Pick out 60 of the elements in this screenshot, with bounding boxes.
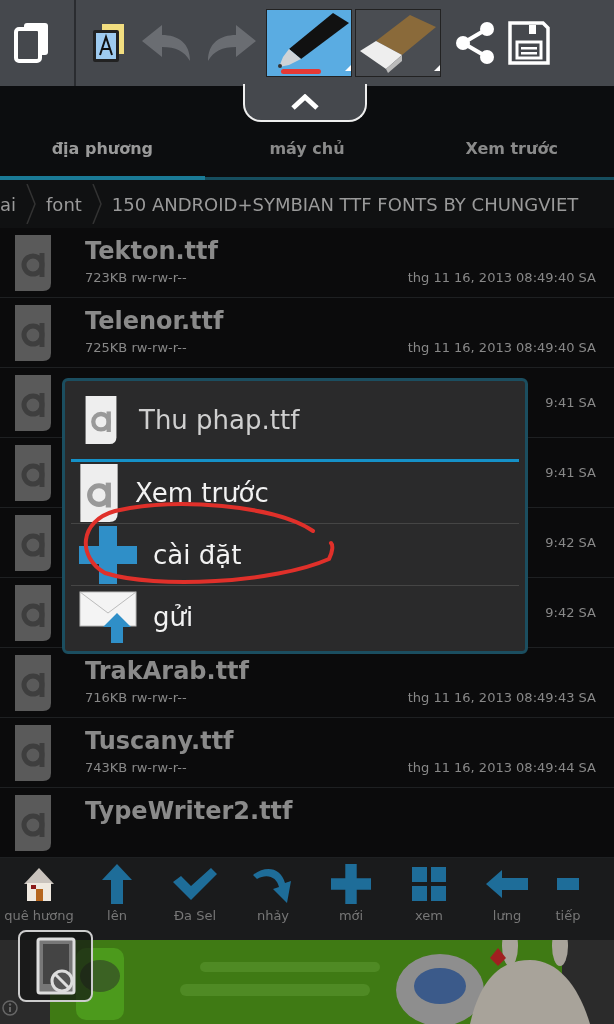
file-date: thg 11 16, 2013 08:49:40 SA <box>407 270 596 285</box>
file-date: 9:41 SA <box>545 465 596 480</box>
toolbar-button[interactable]: lên <box>78 864 156 923</box>
font-file-icon <box>15 234 51 291</box>
file-attributes: 716KB rw-rw-r-- <box>85 690 187 705</box>
font-file-icon <box>15 584 51 641</box>
file-attributes: 723KB rw-rw-r-- <box>85 270 187 285</box>
floating-button[interactable] <box>18 930 93 1002</box>
file-date: thg 11 16, 2013 08:49:40 SA <box>407 340 596 355</box>
file-name[interactable]: Tuscany.ttf <box>85 725 596 756</box>
menu-item[interactable]: gửi <box>71 586 519 648</box>
eraser-tool[interactable] <box>355 9 441 77</box>
info-icon[interactable] <box>2 1000 18 1016</box>
toolbar-button[interactable]: mới <box>312 864 390 923</box>
toolbar-button[interactable]: Đa Sel <box>156 864 234 923</box>
file-date: 9:41 SA <box>545 395 596 410</box>
chevron-icon <box>91 184 102 224</box>
plus-icon <box>79 525 137 584</box>
font-file-icon <box>79 463 119 522</box>
file-name[interactable]: TrakArab.ttf <box>85 655 596 686</box>
dialog-title: Thu phap.ttf <box>139 405 300 435</box>
tab[interactable]: máy chủ <box>204 120 410 180</box>
mail-send-icon <box>79 591 137 643</box>
font-file-icon <box>15 304 51 361</box>
file-name[interactable]: Telenor.ttf <box>85 305 596 336</box>
file-attributes: 725KB rw-rw-r-- <box>85 340 187 355</box>
share-icon[interactable] <box>453 21 497 65</box>
plus-icon <box>330 864 372 904</box>
font-file-icon <box>85 396 117 444</box>
caret-up-icon <box>291 94 319 110</box>
breadcrumb-item[interactable]: 150 ANDROID+SYMBIAN TTF FONTS BY CHUNGVIET <box>101 193 589 215</box>
breadcrumb-item[interactable]: font <box>36 193 92 215</box>
file-attributes: 743KB rw-rw-r-- <box>85 760 187 775</box>
toolbar-button[interactable]: tiếp <box>546 864 590 923</box>
toolbar-button[interactable]: lưng <box>468 864 546 923</box>
chevron-icon <box>26 184 37 224</box>
pen-tool[interactable] <box>266 9 352 77</box>
font-file-icon <box>15 374 51 431</box>
font-file-icon <box>15 444 51 501</box>
menu-item[interactable]: cài đặt <box>71 524 519 586</box>
file-date: thg 11 16, 2013 08:49:43 SA <box>407 690 596 705</box>
tab[interactable]: Xem trước <box>409 120 614 180</box>
font-file-icon <box>15 654 51 711</box>
file-name[interactable]: TypeWriter2.ttf <box>85 795 596 826</box>
breadcrumb-item[interactable]: ai <box>0 193 27 215</box>
toolbar-button[interactable]: quê hương <box>0 864 78 923</box>
toolbar-button[interactable]: nhảy <box>234 864 312 923</box>
font-file-icon <box>15 514 51 571</box>
pull-tab[interactable] <box>243 84 367 122</box>
file-date: 9:42 SA <box>545 535 596 550</box>
menu-item[interactable]: Xem trước <box>71 462 519 524</box>
font-file-icon <box>15 794 51 851</box>
toolbar-button[interactable]: xem <box>390 864 468 923</box>
grid-icon <box>412 864 446 904</box>
file-name[interactable]: Tekton.ttf <box>85 235 596 266</box>
up-arrow-icon <box>102 864 132 904</box>
file-date: 9:42 SA <box>545 605 596 620</box>
file-date: thg 11 16, 2013 08:49:44 SA <box>407 760 596 775</box>
font-file-icon <box>15 724 51 781</box>
save-icon[interactable] <box>507 20 551 66</box>
